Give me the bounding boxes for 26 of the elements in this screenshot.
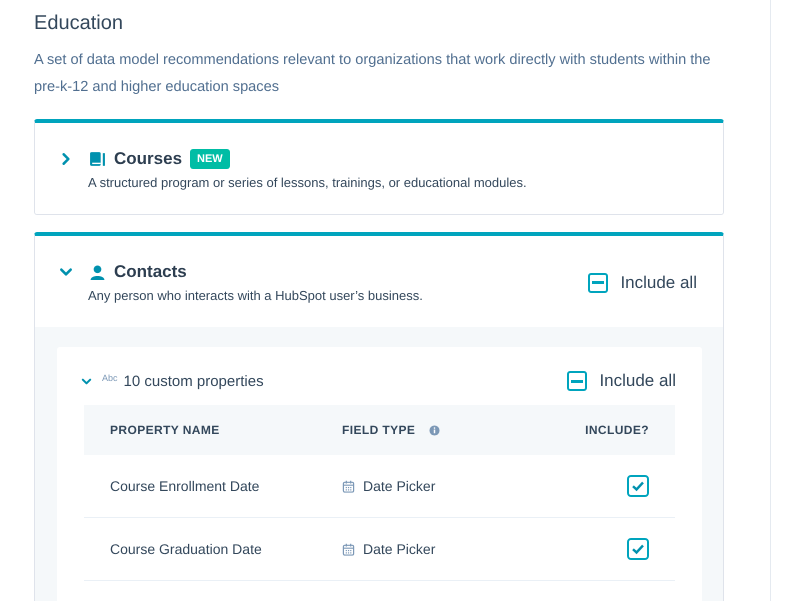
column-header: PROPERTY NAME xyxy=(110,423,221,437)
table-cell: Date Picker xyxy=(363,541,436,557)
section-title: Education xyxy=(34,12,124,35)
info-icon[interactable] xyxy=(429,424,440,436)
include-checkbox[interactable] xyxy=(627,475,649,497)
include-all-checkbox[interactable]: Include all xyxy=(567,371,676,391)
table-cell-text: Course Graduation Date xyxy=(110,541,263,557)
person-icon xyxy=(89,264,106,280)
book-icon xyxy=(89,150,106,168)
column-header: INCLUDE? xyxy=(584,423,649,437)
group-label: 10 custom properties xyxy=(124,372,264,390)
section-description: A set of data model recommendations relevant to organizations that work directly with students within the pre-k-12 and higher education spaces xyxy=(34,51,712,97)
object-description: Any person who interacts with a HubSpot user’s business. xyxy=(88,288,423,303)
column-header: FIELD TYPE xyxy=(342,423,416,437)
table-cell-text: Course Enrollment Date xyxy=(110,478,260,494)
object-name: Contacts xyxy=(114,262,187,282)
include-checkbox[interactable] xyxy=(627,538,649,560)
new-badge: NEW xyxy=(190,149,230,169)
text-type-label: Abc xyxy=(102,372,118,382)
calendar-icon xyxy=(342,542,355,556)
object-description: A structured program or series of lessons, trainings, or educational modules. xyxy=(88,175,527,190)
table-cell: Date Picker xyxy=(363,478,436,494)
calendar-icon xyxy=(342,480,355,492)
chevron-icon[interactable] xyxy=(81,376,92,386)
include-all-checkbox[interactable]: Include all xyxy=(588,272,697,292)
object-name: Courses xyxy=(114,149,182,169)
